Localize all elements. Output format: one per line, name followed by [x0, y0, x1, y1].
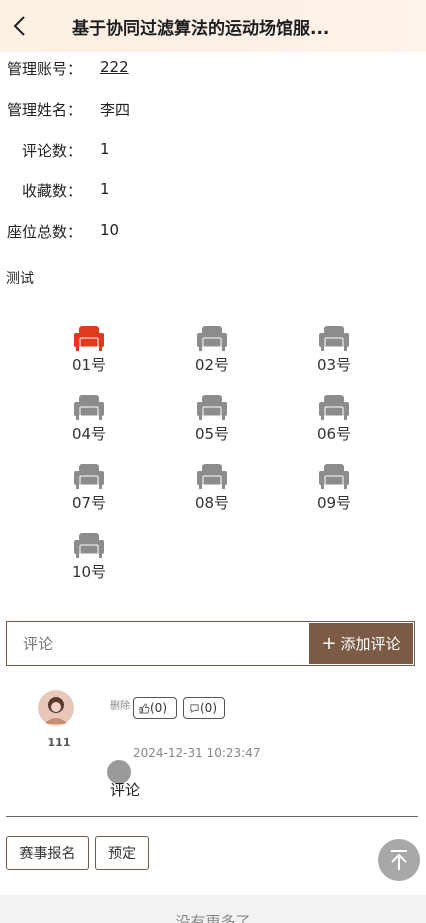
footer: 没有更多了 — [0, 895, 426, 923]
seat-label: 09号 — [316, 494, 352, 512]
header-bar: 基于协同过滤算法的运动场馆服... — [0, 0, 426, 52]
seat-label: 07号 — [71, 494, 107, 512]
armchair-icon — [319, 395, 349, 420]
reserve-button[interactable]: 预定 — [95, 836, 149, 870]
comment-time: 2024-12-31 10:23:47 — [133, 746, 261, 760]
seat-label: 01号 — [71, 356, 107, 374]
add-comment-label: 添加评论 — [340, 635, 401, 653]
comment-bubble-icon — [190, 703, 199, 713]
armchair-icon — [319, 464, 349, 489]
info-label: 座位总数： — [6, 223, 82, 241]
arrow-up-icon — [391, 850, 407, 870]
armchair-icon — [197, 464, 227, 489]
info-label: 管理姓名： — [6, 101, 82, 119]
reply-count-button[interactable]: (0) — [183, 697, 225, 719]
back-button[interactable] — [6, 12, 34, 40]
like-button[interactable]: (0) — [133, 697, 177, 719]
like-count: (0) — [150, 701, 167, 715]
page-title: 基于协同过滤算法的运动场馆服... — [72, 19, 330, 39]
seat-1[interactable]: 01号 — [54, 318, 124, 380]
seat-label: 08号 — [194, 494, 230, 512]
info-row-name: 管理姓名： — [0, 99, 82, 123]
seat-6[interactable]: 06号 — [299, 387, 369, 449]
chevron-left-icon — [13, 16, 25, 36]
armchair-icon — [197, 395, 227, 420]
no-more-text: 没有更多了 — [175, 913, 251, 923]
info-row-account: 管理账号： — [0, 58, 82, 82]
armchair-icon — [74, 395, 104, 420]
seat-10[interactable]: 10号 — [54, 525, 124, 587]
comment-text: 评论 — [110, 781, 141, 799]
add-comment-button[interactable]: + 添加评论 — [309, 623, 413, 664]
info-value: 10 — [100, 221, 120, 239]
seat-label: 02号 — [194, 356, 230, 374]
armchair-icon — [74, 464, 104, 489]
delete-link[interactable]: 删除 — [110, 697, 130, 712]
info-row-favorites: 收藏数： — [0, 180, 82, 204]
seat-9[interactable]: 09号 — [299, 456, 369, 518]
info-value: 1 — [100, 180, 110, 198]
comment-input[interactable] — [7, 622, 309, 665]
seat-label: 06号 — [316, 425, 352, 443]
register-button[interactable]: 赛事报名 — [6, 836, 89, 870]
armchair-icon — [74, 326, 104, 351]
seat-3[interactable]: 03号 — [299, 318, 369, 380]
seat-5[interactable]: 05号 — [177, 387, 247, 449]
seat-label: 03号 — [316, 356, 352, 374]
seat-label: 05号 — [194, 425, 230, 443]
divider — [6, 816, 418, 817]
reply-count: (0) — [200, 701, 217, 715]
account-link[interactable]: 222 — [100, 58, 129, 76]
info-label: 评论数： — [21, 142, 82, 160]
info-label: 管理账号： — [6, 60, 82, 78]
avatar — [38, 690, 74, 726]
seat-grid: 01号 02号 03号 04号 05号 06号 07号 08号 09号 10号 — [0, 318, 426, 598]
info-label: 收藏数： — [21, 182, 82, 200]
info-value: 1 — [100, 140, 110, 158]
plus-icon: + — [321, 633, 337, 654]
info-row-seats: 座位总数： — [0, 221, 82, 245]
seat-4[interactable]: 04号 — [54, 387, 124, 449]
seat-label: 04号 — [71, 425, 107, 443]
seat-2[interactable]: 02号 — [177, 318, 247, 380]
back-to-top-button[interactable] — [378, 839, 420, 881]
comment-username: 111 — [47, 736, 71, 749]
seat-8[interactable]: 08号 — [177, 456, 247, 518]
section-title: 测试 — [6, 271, 34, 287]
armchair-icon — [74, 533, 104, 558]
seat-label: 10号 — [71, 563, 107, 581]
comment-form: + 添加评论 — [6, 621, 415, 666]
armchair-icon — [197, 326, 227, 351]
thumbs-up-icon — [139, 703, 150, 713]
info-row-comments: 评论数： — [0, 140, 82, 164]
seat-7[interactable]: 07号 — [54, 456, 124, 518]
info-value: 李四 — [100, 101, 131, 119]
armchair-icon — [319, 326, 349, 351]
